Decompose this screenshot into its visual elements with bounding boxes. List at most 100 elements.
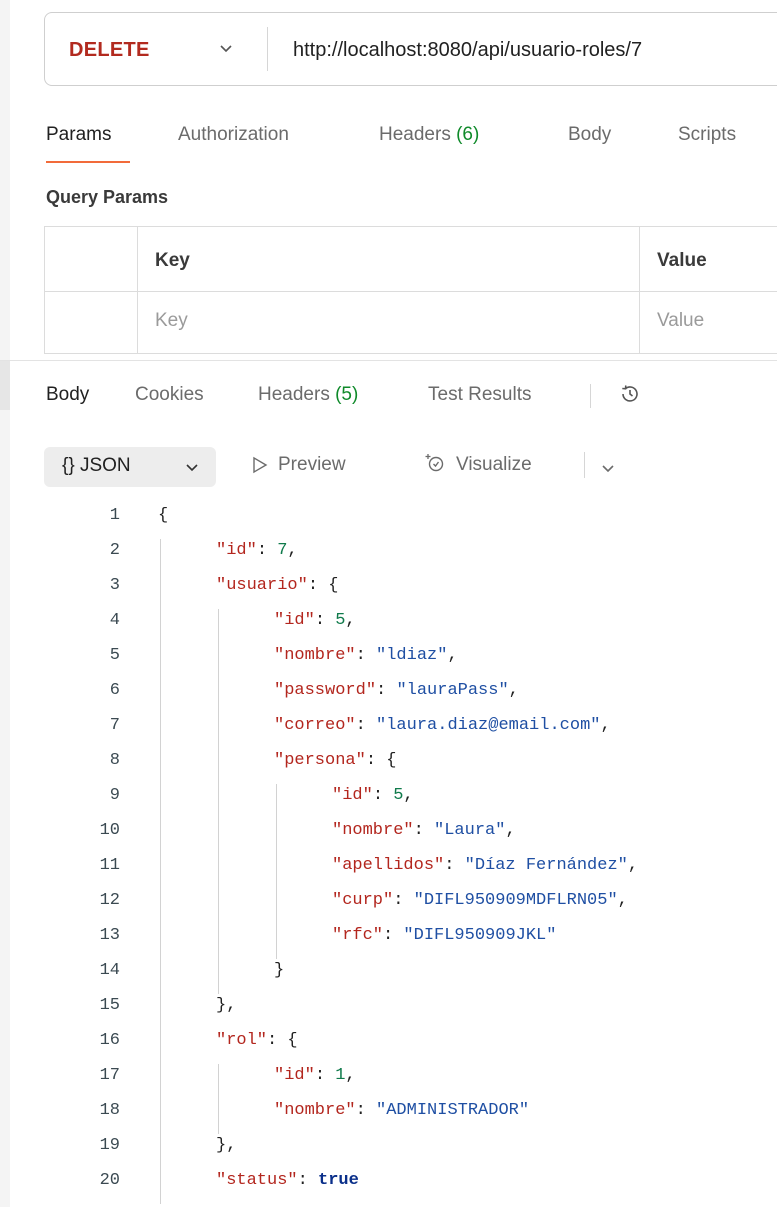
line-number: 19 [99,1136,120,1155]
code-line: 3 "usuario": { [0,576,777,611]
code-token: : [376,681,397,700]
code-token: true [318,1171,359,1190]
line-number: 4 [109,611,120,630]
code-text: "id": 7, [216,541,298,560]
line-number: 12 [99,891,120,910]
code-line: 4 "id": 5, [0,611,777,646]
tab-params[interactable]: Params [46,124,111,146]
preview-button[interactable]: Preview [278,454,346,476]
line-number: 1 [109,506,120,525]
code-token: "id" [274,1066,315,1085]
code-text: "usuario": { [216,576,338,595]
tab-headers[interactable]: Headers (6) [379,124,479,146]
chevron-down-icon[interactable] [217,39,235,57]
response-tab-cookies[interactable]: Cookies [135,384,204,406]
code-text: "password": "lauraPass", [274,681,519,700]
code-text: "nombre": "ldiaz", [274,646,458,665]
tab-body[interactable]: Body [568,124,611,146]
code-token: { [158,506,169,525]
code-token: "id" [216,541,257,560]
code-token: "status" [216,1171,298,1190]
code-token: "rfc" [332,926,384,945]
preview-play-icon[interactable] [252,456,268,474]
code-text: "curp": "DIFL950909MDFLRN05", [332,891,628,910]
code-token: , [345,611,356,630]
tab-authorization[interactable]: Authorization [178,124,289,146]
request-bar: DELETE http://localhost:8080/api/usuario… [44,12,777,86]
tab-label: Body [568,124,612,145]
method-select[interactable]: DELETE [69,39,150,62]
line-number: 2 [109,541,120,560]
tab-label: Headers [258,384,330,405]
code-token: "id" [332,786,373,805]
visualize-icon[interactable] [424,452,446,474]
line-number: 3 [109,576,120,595]
response-tab-body[interactable]: Body [46,384,89,406]
code-line: 2 "id": 7, [0,541,777,576]
code-line: 9 "id": 5, [0,786,777,821]
code-token: "correo" [274,716,356,735]
code-token: : [355,1101,377,1120]
response-tab-test-results[interactable]: Test Results [428,384,531,406]
code-line: 20 "status": true [0,1171,777,1206]
format-select[interactable]: {} JSON [44,447,216,487]
code-line: 15}, [0,996,777,1031]
tab-scripts[interactable]: Scripts [678,124,736,146]
column-divider [639,227,640,353]
param-value-input[interactable]: Value [657,310,704,332]
line-number: 11 [99,856,120,875]
code-line: 7 "correo": "laura.diaz@email.com", [0,716,777,751]
line-number: 17 [99,1066,120,1085]
response-tab-headers[interactable]: Headers (5) [258,384,358,406]
line-number: 18 [99,1101,120,1120]
format-label: {} JSON [62,455,131,476]
code-text: "status": true [216,1171,359,1190]
query-params-title: Query Params [46,187,169,207]
code-token: , [627,856,639,875]
code-token: "ADMINISTRADOR" [376,1101,530,1120]
code-token: : [297,1171,319,1190]
code-text: }, [216,996,236,1015]
code-token: : { [307,576,339,595]
url-input[interactable]: http://localhost:8080/api/usuario-roles/… [293,39,642,62]
code-token: : [355,646,377,665]
column-divider [137,227,138,353]
code-token: "nombre" [332,821,414,840]
code-line: 11 "apellidos": "Díaz Fernández", [0,856,777,891]
code-token: "ldiaz" [376,646,448,665]
code-line: 18 "nombre": "ADMINISTRADOR" [0,1101,777,1136]
code-text: "id": 1, [274,1066,356,1085]
pane-resize-handle[interactable] [0,360,10,410]
code-token: , [403,786,414,805]
line-number: 9 [109,786,120,805]
column-header-key: Key [155,250,190,271]
indent-guide [160,539,161,1204]
code-text: "id": 5, [274,611,356,630]
code-token: : [444,856,465,875]
code-token: 7 [277,541,288,560]
code-token: "lauraPass" [396,681,509,700]
code-line: 13 "rfc": "DIFL950909JKL" [0,926,777,961]
pane-divider [0,360,777,361]
code-line: 17 "id": 1, [0,1066,777,1101]
code-token: , [617,891,628,910]
history-icon[interactable] [618,382,642,406]
code-token: "DIFL950909MDFLRN05" [413,891,618,910]
code-line: 16 "rol": { [0,1031,777,1066]
tab-count: (5) [335,384,359,405]
chevron-down-icon[interactable] [600,460,616,476]
code-token: }, [216,996,237,1015]
code-token: : [413,821,435,840]
column-header-value: Value [657,250,707,271]
code-token: : [383,926,404,945]
code-token: "curp" [332,891,394,910]
param-key-input[interactable]: Key [155,310,188,332]
code-token: : [314,611,336,630]
visualize-button[interactable]: Visualize [456,454,532,476]
code-text: "id": 5, [332,786,414,805]
code-token: , [447,646,458,665]
line-number: 8 [109,751,120,770]
response-body-viewer[interactable]: 1{2 "id": 7, 3 "usuario": {4 "id": 5, 5 "nombr… [0,506,777,1207]
tab-label: Test Results [428,384,532,405]
code-token: : { [365,751,397,770]
